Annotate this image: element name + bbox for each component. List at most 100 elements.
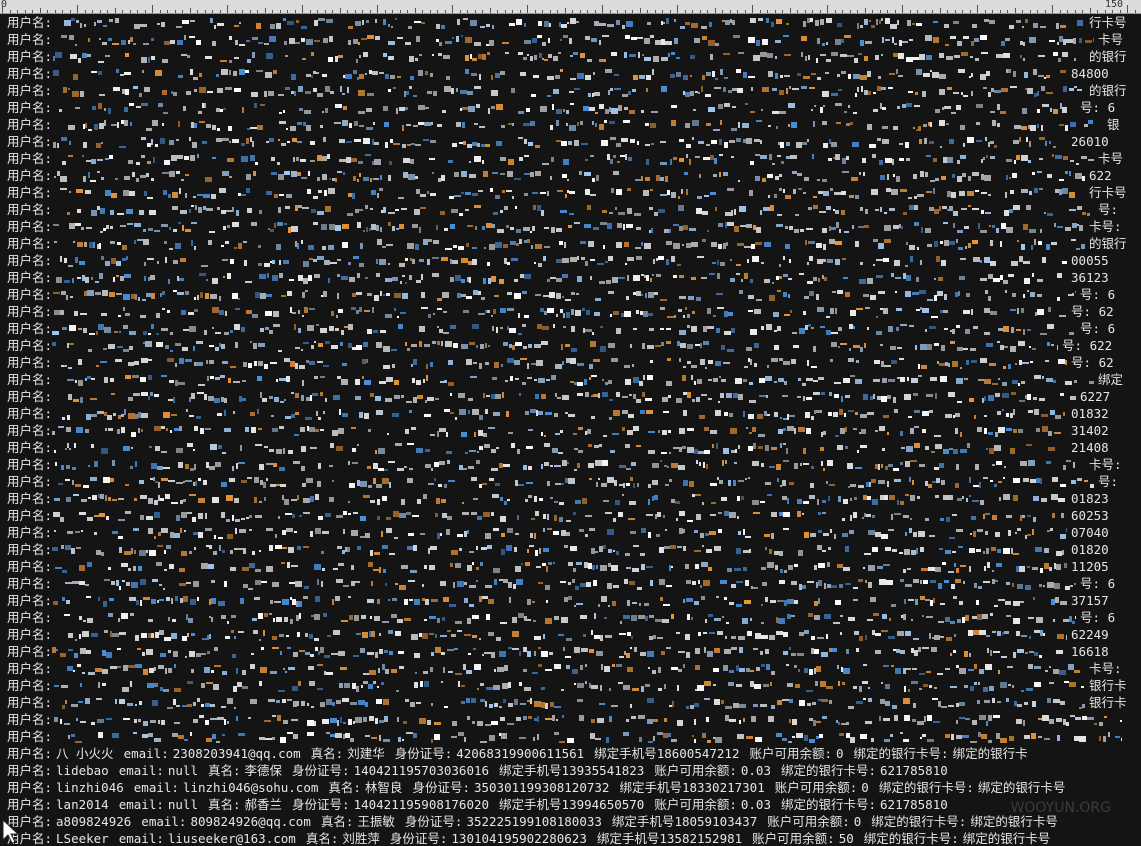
card-value: 绑定的银行卡号 — [970, 814, 1058, 829]
phone-label: 绑定手机号 — [596, 831, 660, 846]
ruler-tick — [54, 10, 56, 13]
card-label: 绑定的银行卡号: — [780, 797, 877, 812]
terminal-row: 用户名: 11205 — [7, 558, 1141, 575]
ruler-tick — [572, 10, 573, 13]
obscured-text — [61, 34, 1095, 46]
obscured-text — [62, 697, 1086, 709]
ruler-tick — [999, 10, 1001, 13]
row-label: 用户名: — [7, 593, 53, 608]
row-tail-fragment: 6227 — [1080, 389, 1111, 404]
obscured-text — [55, 459, 1076, 471]
row-tail-fragment: 银行卡 — [1089, 695, 1127, 710]
ruler-tick — [219, 10, 221, 13]
ruler-tick — [1134, 10, 1136, 13]
ruler-tick — [144, 10, 146, 13]
ruler-tick — [1037, 10, 1038, 13]
terminal-row: 用户名: 01820 — [7, 541, 1141, 558]
ruler-tick — [879, 10, 881, 13]
ruler-tick — [84, 10, 86, 13]
row-label: 用户名: — [7, 287, 53, 302]
ruler-tick — [609, 10, 611, 13]
ruler-tick — [129, 10, 131, 13]
email-label: email: — [141, 814, 187, 829]
ruler-tick — [812, 10, 813, 13]
ruler-tick — [542, 10, 543, 13]
terminal-row: 用户名: 36123 — [7, 269, 1141, 286]
terminal-row: 用户名: 号: 62 — [7, 303, 1141, 320]
user-record-row: 用户名: a809824926 email: 809824926@qq.com 真名: 王… — [7, 813, 1141, 830]
card-label: 绑定的银行卡号: — [780, 763, 877, 778]
row-tail-fragment: 卡号 — [1098, 151, 1124, 166]
row-tail-fragment: 01820 — [1071, 542, 1109, 557]
ruler-tick — [137, 10, 138, 13]
ruler-tick — [99, 10, 101, 13]
row-tail-fragment: 卡号: — [1089, 457, 1122, 472]
ruler-tick — [984, 10, 986, 13]
realname-value: 王振敏 — [357, 814, 395, 829]
user-record-row: 用户名: LSeeker email: liuseeker@163.com 真名: 刘胜萍… — [7, 830, 1141, 846]
obscured-text — [53, 51, 1077, 63]
terminal-output: 用户名: 行卡号 用户名: 卡号 用户名: 的银行 用户名: 84800 用户名: 的银行 用户名:… — [7, 14, 1141, 846]
id-number-value: 352225199108180033 — [466, 814, 602, 829]
ruler-tick — [504, 10, 506, 13]
ruler-tick — [954, 10, 956, 13]
ruler-tick — [992, 10, 993, 13]
username-value: linzhi046 — [56, 780, 124, 795]
balance-label: 账户可用余额: — [749, 746, 833, 761]
phone-label: 绑定手机号 — [619, 780, 682, 795]
obscured-text — [64, 17, 1084, 29]
ruler-tick — [684, 10, 686, 13]
id-number-label: 身份证号: — [389, 831, 448, 846]
obscured-text — [52, 323, 1075, 335]
id-number-label: 身份证号: — [404, 814, 463, 829]
obscured-text — [53, 68, 1067, 80]
ruler-tick — [287, 10, 288, 13]
ruler-tick — [159, 10, 161, 13]
ruler-tick — [189, 8, 191, 13]
row-label: 用户名: — [7, 627, 53, 642]
ruler-tick — [669, 10, 671, 13]
ruler-tick — [1074, 10, 1076, 13]
ruler-tick — [69, 10, 71, 13]
obscured-text — [60, 187, 1076, 199]
row-tail-fragment: 号: 622 — [1062, 338, 1113, 353]
obscured-text — [52, 544, 1065, 556]
ruler-tick — [512, 10, 513, 13]
ruler-tick — [534, 10, 536, 13]
ruler-tick — [872, 10, 873, 13]
cursor-icon — [2, 818, 20, 844]
obscured-text — [56, 272, 1063, 284]
terminal-row: 用户名: 21408 — [7, 439, 1141, 456]
row-tail-fragment: 60253 — [1071, 508, 1109, 523]
ruler-tick — [767, 10, 768, 13]
ruler-tick — [324, 10, 326, 13]
ruler-tick — [1089, 8, 1091, 13]
row-tail-fragment: 的银行 — [1089, 49, 1127, 64]
phone-value: 18600547212 — [656, 746, 740, 761]
username-value: LSeeker — [56, 831, 109, 846]
ruler-tick — [782, 10, 783, 13]
row-tail-fragment: 11205 — [1071, 559, 1109, 574]
terminal-row: 用户名: 01832 — [7, 405, 1141, 422]
terminal-row: 用户名: 号: — [7, 473, 1141, 490]
row-label: 用户名: — [7, 185, 53, 200]
ruler-tick — [752, 5, 753, 13]
obscured-text — [54, 680, 1085, 692]
realname-value: 刘胜萍 — [342, 831, 380, 846]
ruler-tick — [414, 8, 416, 13]
row-label: 用户名: — [7, 151, 53, 166]
ruler-tick — [204, 10, 206, 13]
ruler-tick — [2, 5, 3, 13]
card-value: 绑定的银行卡 — [952, 746, 1028, 761]
row-label: 用户名: — [7, 389, 53, 404]
obscured-text — [68, 731, 1123, 743]
row-label: 用户名: — [7, 525, 53, 540]
email-value: 2308203941@qq.com — [172, 746, 301, 761]
row-label: 用户名: — [7, 695, 53, 710]
ruler-tick — [249, 10, 251, 13]
ruler-tick — [152, 5, 153, 13]
realname-value: 刘建华 — [347, 746, 385, 761]
ruler-tick — [47, 10, 48, 13]
email-label: email: — [118, 797, 164, 812]
email-label: email: — [123, 746, 169, 761]
